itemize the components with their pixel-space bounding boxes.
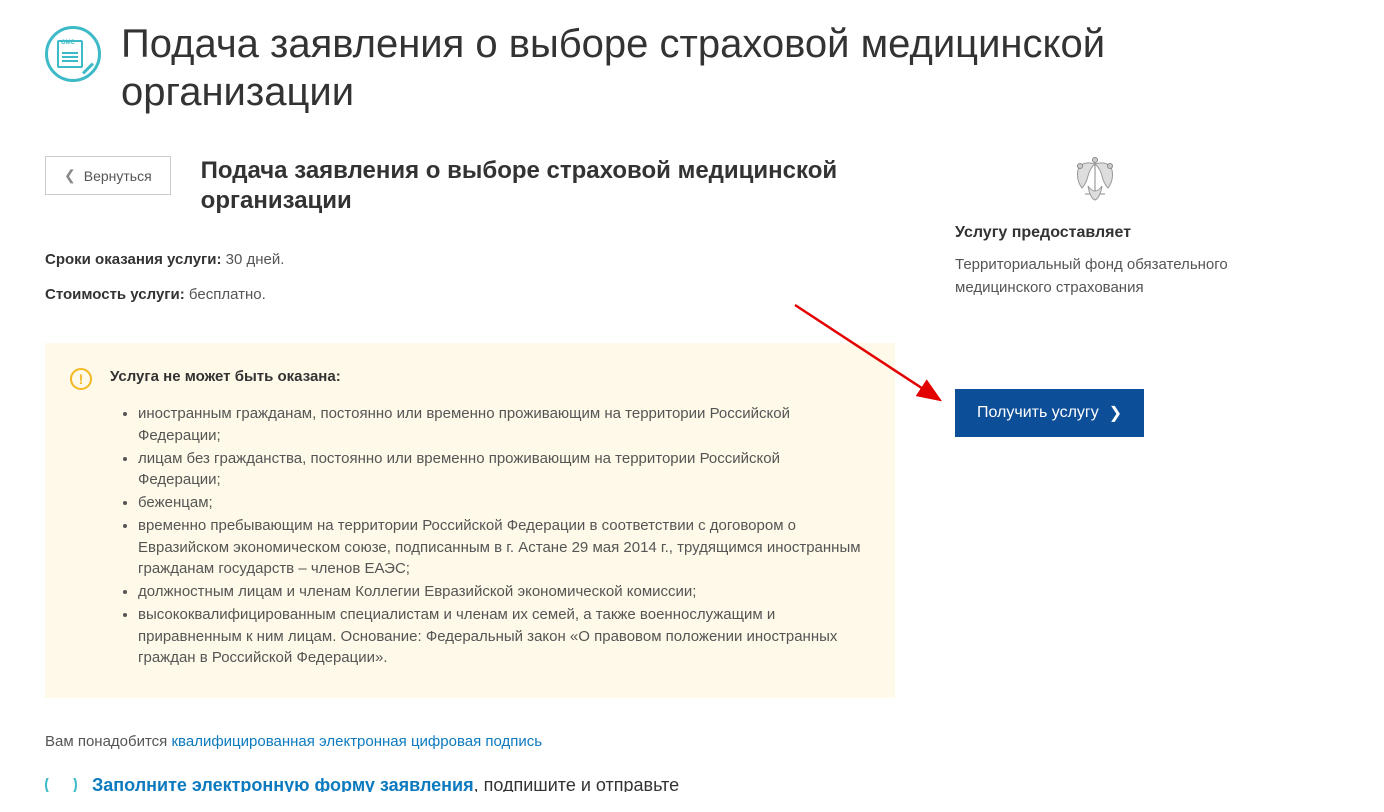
warning-item: иностранным гражданам, постоянно или вре… [138,403,865,447]
digital-signature-link[interactable]: квалифицированная электронная цифровая п… [171,733,542,750]
warning-item: лицам без гражданства, постоянно или вре… [138,448,865,492]
page-title: Подача заявления о выборе страховой меди… [121,20,1339,116]
back-button[interactable]: ❮ Вернуться [45,156,171,195]
warning-item: должностным лицам и членам Коллегии Евра… [138,581,865,603]
chevron-right-icon: ❯ [1109,403,1122,423]
footer-prefix: Вам понадобится [45,733,171,750]
cost-value: бесплатно. [185,286,266,303]
provider-block: Услугу предоставляет Территориальный фон… [955,156,1235,299]
cost-label: Стоимость услуги: [45,286,185,303]
provider-name: Территориальный фонд обязательного медиц… [955,254,1235,299]
service-oms-icon [45,26,101,82]
step-circle-icon [45,778,77,792]
back-button-label: Вернуться [84,168,152,184]
warning-item: беженцам; [138,492,865,514]
signature-requirement: Вам понадобится квалифицированная электр… [45,733,895,750]
warning-list: иностранным гражданам, постоянно или вре… [110,403,865,669]
step-highlight: Заполните электронную форму заявления [92,778,474,792]
coat-of-arms-icon [1070,156,1120,204]
page-header: Подача заявления о выборе страховой меди… [45,20,1339,116]
service-subtitle: Подача заявления о выборе страховой меди… [201,156,895,216]
duration-value: 30 дней. [222,251,285,268]
step-row: Заполните электронную форму заявления, п… [45,778,895,792]
cta-label: Получить услугу [977,404,1099,422]
warning-box: ! Услуга не может быть оказана: иностран… [45,343,895,698]
provider-label: Услугу предоставляет [955,224,1235,242]
warning-icon: ! [70,368,92,390]
chevron-left-icon: ❮ [64,167,76,184]
warning-title: Услуга не может быть оказана: [110,368,865,385]
get-service-button[interactable]: Получить услугу ❯ [955,389,1144,437]
warning-item: временно пребывающим на территории Росси… [138,515,865,580]
cost-line: Стоимость услуги: бесплатно. [45,286,895,303]
duration-label: Сроки оказания услуги: [45,251,222,268]
duration-line: Сроки оказания услуги: 30 дней. [45,251,895,268]
step-rest: , подпишите и отправьте [474,778,680,792]
warning-item: высококвалифицированным специалистам и ч… [138,604,865,669]
